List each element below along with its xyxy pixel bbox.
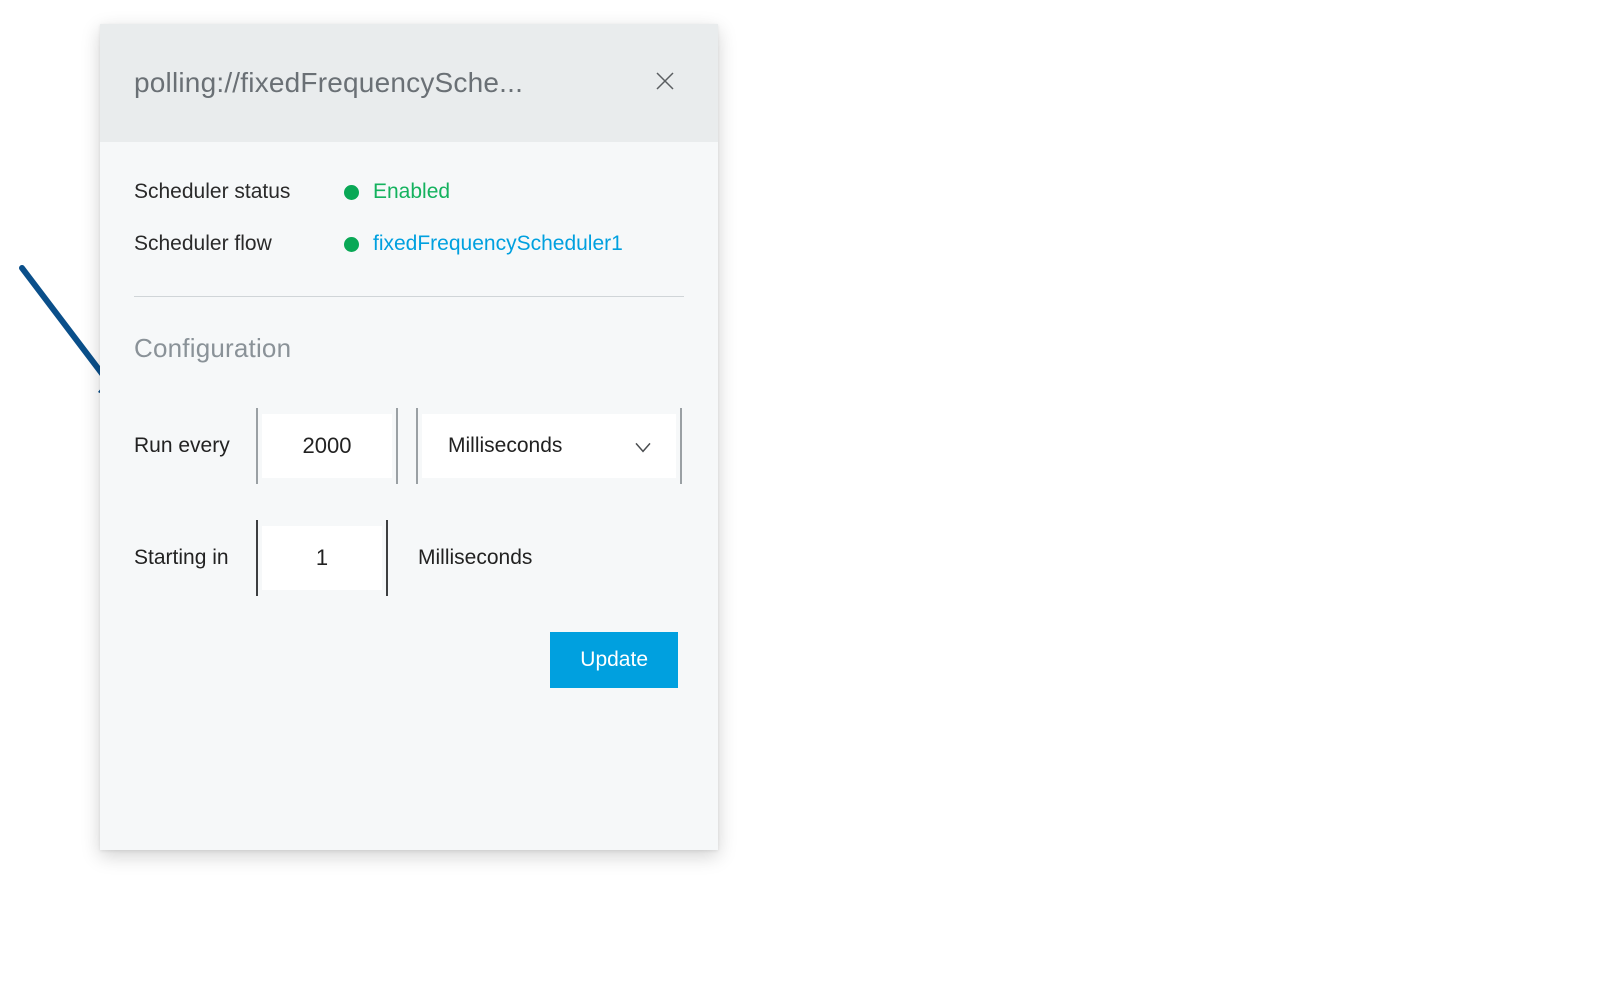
run-every-input-wrap — [262, 414, 392, 478]
run-every-input[interactable] — [282, 433, 372, 459]
scheduler-status-label: Scheduler status — [134, 180, 344, 204]
scheduler-panel: polling://fixedFrequencySche... Schedule… — [100, 24, 718, 850]
run-every-label: Run every — [134, 434, 262, 458]
panel-title: polling://fixedFrequencySche... — [134, 67, 523, 99]
scheduler-flow-link[interactable]: fixedFrequencyScheduler1 — [373, 232, 623, 256]
run-every-unit-select[interactable]: Milliseconds — [422, 414, 676, 478]
scheduler-flow-row: Scheduler flow fixedFrequencyScheduler1 — [134, 232, 684, 256]
panel-header: polling://fixedFrequencySche... — [100, 24, 718, 142]
actions-row: Update — [134, 632, 684, 688]
starting-in-label: Starting in — [134, 546, 262, 570]
chevron-down-icon — [634, 436, 652, 460]
update-button[interactable]: Update — [550, 632, 678, 688]
starting-in-row: Starting in Milliseconds — [134, 526, 684, 590]
run-every-row: Run every Milliseconds — [134, 414, 684, 478]
run-every-unit-value: Milliseconds — [448, 434, 562, 458]
configuration-heading: Configuration — [134, 333, 684, 364]
section-divider — [134, 296, 684, 297]
close-button[interactable] — [648, 66, 682, 100]
panel-body: Scheduler status Enabled Scheduler flow … — [100, 142, 718, 712]
status-dot-icon — [344, 185, 359, 200]
starting-in-input[interactable] — [277, 545, 367, 571]
close-icon — [653, 69, 677, 98]
scheduler-status-row: Scheduler status Enabled — [134, 180, 684, 204]
status-dot-icon — [344, 237, 359, 252]
scheduler-status-value: Enabled — [373, 180, 450, 204]
scheduler-flow-label: Scheduler flow — [134, 232, 344, 256]
starting-in-input-wrap — [262, 526, 382, 590]
starting-in-unit: Milliseconds — [418, 546, 532, 570]
